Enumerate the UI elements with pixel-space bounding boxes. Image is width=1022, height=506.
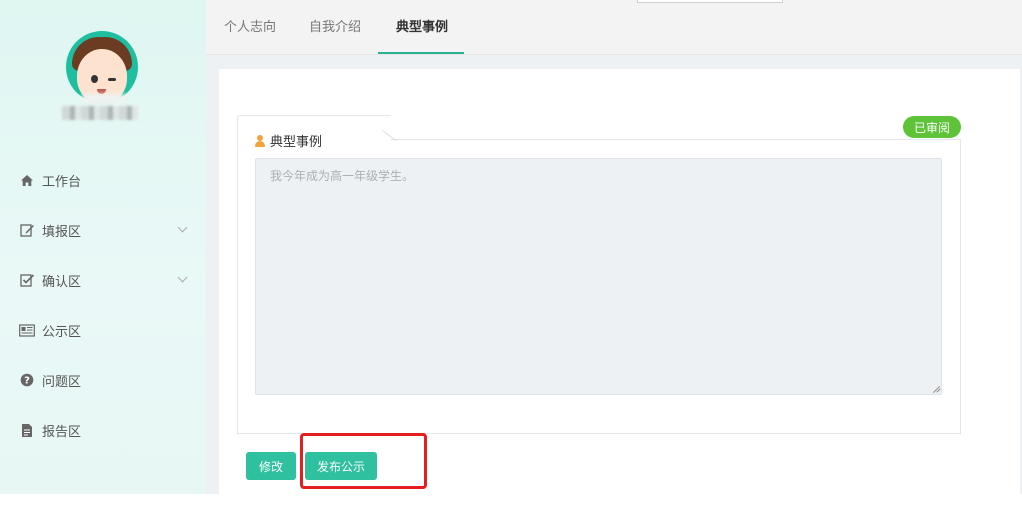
blurred-username-top [82,94,126,104]
tab-aspiration[interactable]: 个人志向 [224,0,276,55]
sidebar-item-label: 问题区 [42,374,82,390]
sidebar-item-label: 确认区 [42,274,82,290]
newspaper-icon [19,322,35,338]
sidebar-item-label: 公示区 [42,324,82,340]
home-icon [19,172,35,188]
resize-handle-icon[interactable] [932,384,939,391]
question-circle-icon: ? [19,372,35,388]
sidebar: 工作台 填报区 确认区 公示区 ? 问题区 报告区 [0,0,206,494]
highlight-box [300,433,427,489]
file-icon [19,422,35,438]
app-root: 工作台 填报区 确认区 公示区 ? 问题区 报告区 个人志向 自我介绍 典型事例… [0,0,1022,506]
top-input-edge [637,0,783,3]
card-title-label: 典型事例 [270,135,323,150]
status-badge: 已审阅 [903,116,961,138]
sidebar-item-label: 填报区 [42,224,82,240]
sidebar-item-fill[interactable]: 填报区 [0,205,206,255]
svg-text:?: ? [24,376,30,387]
edit-icon [19,222,35,238]
edit-button[interactable]: 修改 [246,452,296,480]
sidebar-nav: 工作台 填报区 确认区 公示区 ? 问题区 报告区 [0,155,206,455]
chevron-down-icon [177,272,188,283]
sidebar-item-publicity[interactable]: 公示区 [0,305,206,355]
top-tab-bar: 个人志向 自我介绍 典型事例 [206,0,1022,55]
sidebar-item-questions[interactable]: ? 问题区 [0,355,206,405]
blurred-username [62,106,138,120]
sidebar-item-label: 报告区 [42,424,82,440]
sidebar-item-label: 工作台 [42,174,82,190]
case-textarea[interactable]: 我今年成为高一年级学生。 [255,158,942,395]
tab-self-introduction[interactable]: 自我介绍 [309,0,361,55]
tab-typical-cases[interactable]: 典型事例 [396,0,448,55]
card-title: 典型事例 [255,131,322,150]
active-tab-indicator [378,52,464,54]
chevron-down-icon [177,222,188,233]
check-square-icon [19,272,35,288]
avatar[interactable] [66,31,138,103]
sidebar-item-workbench[interactable]: 工作台 [0,155,206,205]
user-icon [255,134,265,147]
sidebar-item-reports[interactable]: 报告区 [0,405,206,455]
sidebar-item-confirm[interactable]: 确认区 [0,255,206,305]
card-tab-edge [382,114,416,141]
